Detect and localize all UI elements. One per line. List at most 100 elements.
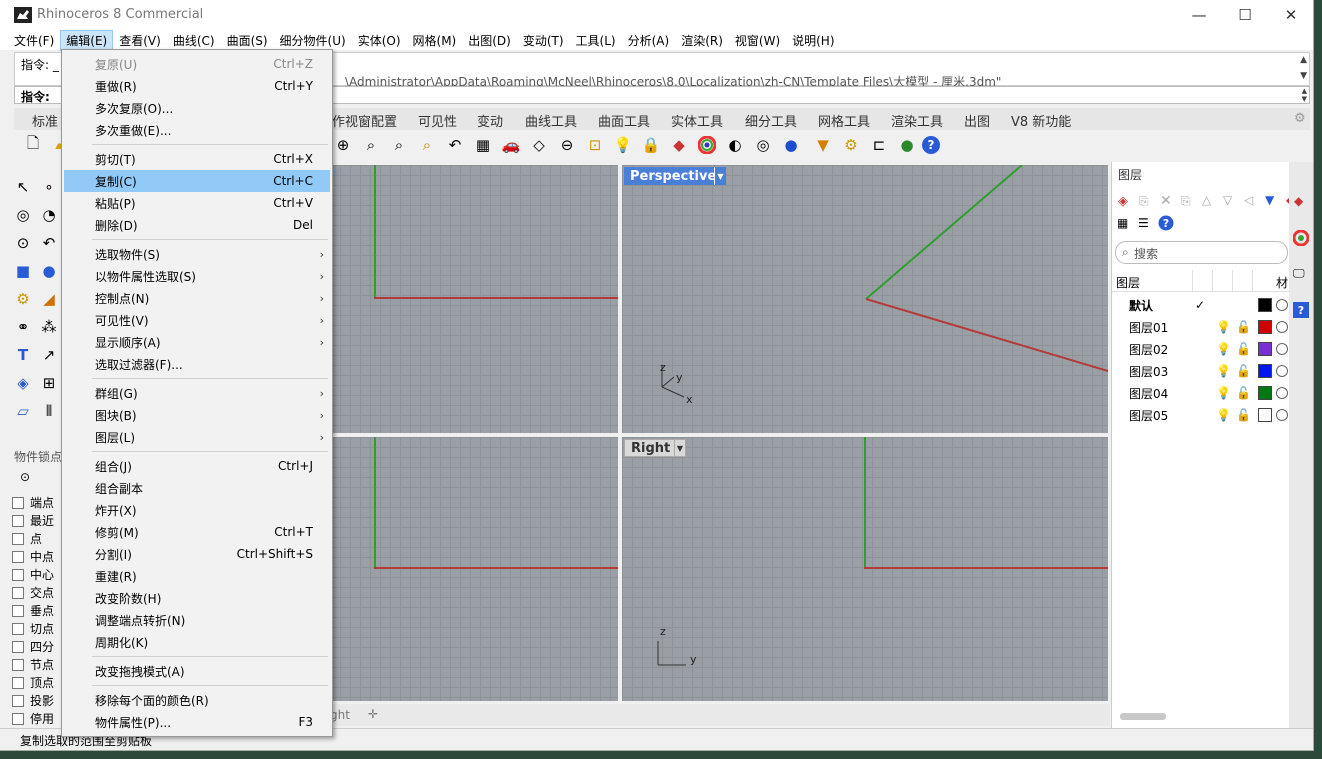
tab-surface-tools[interactable]: 曲面工具	[598, 111, 650, 130]
scroll-up-icon[interactable]: ▲	[1300, 55, 1307, 65]
menu-edit[interactable]: 编辑(E)	[60, 29, 114, 51]
circle-icon[interactable]: ◎	[12, 204, 34, 226]
menu-item-multi-redo[interactable]: 多次重做(E)...	[64, 119, 330, 141]
bulb-icon[interactable]: 💡	[1216, 342, 1231, 356]
gears-icon[interactable]: ⚙	[840, 134, 862, 156]
sphere-wire-icon[interactable]: ◐	[724, 134, 746, 156]
extrude-icon[interactable]: ◢	[38, 288, 60, 310]
menu-item-cut[interactable]: 剪切(T) Ctrl+X	[64, 148, 330, 170]
layer-row[interactable]: 图层04 💡 🔓	[1112, 382, 1290, 404]
checkbox[interactable]	[12, 496, 24, 509]
menu-surface[interactable]: 曲面(S)	[221, 30, 274, 51]
menu-item-group[interactable]: 群组(G) ›	[64, 382, 330, 404]
viewport-title-perspective[interactable]: Perspective	[624, 167, 723, 185]
array-icon[interactable]: ⫴	[38, 400, 60, 422]
boolean-icon[interactable]: ⚭	[12, 316, 34, 338]
menu-mesh[interactable]: 网格(M)	[407, 30, 463, 51]
arc-icon[interactable]: ◔	[38, 204, 60, 226]
tab-subd-tools[interactable]: 细分工具	[745, 111, 797, 130]
tab-layout[interactable]: 出图	[964, 111, 990, 130]
layer-row[interactable]: 图层02 💡 🔓	[1112, 338, 1290, 360]
layer-name[interactable]: 默认	[1129, 297, 1153, 314]
osnap-mid[interactable]: 中点	[12, 548, 54, 565]
scroll-down-icon[interactable]: ▼	[1300, 71, 1307, 81]
text-icon[interactable]: T	[12, 344, 34, 366]
zoom-icon[interactable]: ⊕	[332, 134, 354, 156]
menu-item-join-copy[interactable]: 组合副本	[64, 477, 330, 499]
tab-standard[interactable]: 标准	[32, 111, 58, 130]
checkbox[interactable]	[12, 568, 24, 581]
layer-color-swatch[interactable]	[1258, 342, 1272, 356]
material-icon[interactable]	[1276, 299, 1288, 311]
list-view-icon[interactable]: ☰	[1138, 216, 1149, 230]
move-icon[interactable]: ↗	[38, 344, 60, 366]
unlock-icon[interactable]: 🔓	[1236, 386, 1251, 400]
unlock-icon[interactable]: 🔓	[1236, 408, 1251, 422]
checkbox[interactable]	[12, 514, 24, 527]
help-icon[interactable]: ?	[920, 134, 942, 156]
layer-name[interactable]: 图层03	[1129, 363, 1168, 380]
color-wheel-icon[interactable]	[696, 134, 718, 156]
checkbox[interactable]	[12, 658, 24, 671]
gear-icon[interactable]: ⚙	[1294, 111, 1306, 126]
menu-panels[interactable]: 视窗(W)	[729, 30, 786, 51]
layer-name[interactable]: 图层01	[1129, 319, 1168, 336]
color-wheel-icon[interactable]	[1292, 229, 1310, 249]
material-icon[interactable]	[1276, 387, 1288, 399]
delete-layer-icon[interactable]: ✕	[1160, 193, 1172, 209]
menu-item-adjust-seam[interactable]: 调整端点转折(N)	[64, 609, 330, 631]
menu-item-split[interactable]: 分割(I) Ctrl+Shift+S	[64, 543, 330, 565]
layer-row[interactable]: 图层03 💡 🔓	[1112, 360, 1290, 382]
layer-name[interactable]: 图层04	[1129, 385, 1168, 402]
points-icon[interactable]: ⁂	[38, 316, 60, 338]
menu-item-multi-undo[interactable]: 多次复原(O)...	[64, 97, 330, 119]
layer-color-swatch[interactable]	[1258, 408, 1272, 422]
light-bulb-icon[interactable]: 💡	[612, 134, 634, 156]
menu-item-select-objects[interactable]: 选取物件(S) ›	[64, 243, 330, 265]
help-panel-icon[interactable]: ?	[1293, 302, 1309, 321]
cube-icon[interactable]: ◈	[12, 372, 34, 394]
tab-curve-tools[interactable]: 曲线工具	[525, 111, 577, 130]
menu-item-select-filter[interactable]: 选取过滤器(F)...	[64, 353, 330, 375]
osnap-intersection[interactable]: 交点	[12, 584, 54, 601]
layer-row[interactable]: 默认 ✓	[1112, 294, 1290, 316]
viewport-right[interactable]: z y Right ▼	[622, 437, 1108, 701]
move-up-icon[interactable]: △	[1202, 193, 1211, 207]
unlock-icon[interactable]: 🔓	[1236, 320, 1251, 334]
menu-render[interactable]: 渲染(R)	[675, 30, 729, 51]
layer-color-swatch[interactable]	[1258, 298, 1272, 312]
osnap-knot[interactable]: 节点	[12, 656, 54, 673]
tab-mesh-tools[interactable]: 网格工具	[818, 111, 870, 130]
viewport-menu-arrow-icon[interactable]: ▼	[714, 167, 726, 185]
cplane-icon[interactable]: ◇	[528, 134, 550, 156]
select-arrow-icon[interactable]: ↖	[12, 176, 34, 198]
menu-item-join[interactable]: 组合(J) Ctrl+J	[64, 455, 330, 477]
checkbox[interactable]	[12, 694, 24, 707]
display-panel-icon[interactable]: 🖵	[1293, 266, 1305, 281]
osnap-point[interactable]: 点	[12, 530, 42, 547]
menu-item-periodic[interactable]: 周期化(K)	[64, 631, 330, 653]
menu-curve[interactable]: 曲线(C)	[167, 30, 221, 51]
osnap-center[interactable]: 中心	[12, 566, 54, 583]
tab-v8-new[interactable]: V8 新功能	[1011, 111, 1071, 130]
menu-transform[interactable]: 变动(T)	[517, 30, 570, 51]
menu-item-paste[interactable]: 粘贴(P) Ctrl+V	[64, 192, 330, 214]
zoom-selected-icon[interactable]: ⌕	[416, 134, 438, 156]
bulb-icon[interactable]: 💡	[1216, 320, 1231, 334]
menu-file[interactable]: 文件(F)	[8, 30, 60, 51]
add-tab-icon[interactable]: ✛	[368, 707, 378, 721]
layer-icon[interactable]: ◆	[668, 134, 690, 156]
menu-analyze[interactable]: 分析(A)	[622, 30, 676, 51]
menu-tools[interactable]: 工具(L)	[570, 30, 622, 51]
tab-visibility[interactable]: 可见性	[418, 111, 457, 130]
viewport-front[interactable]	[330, 437, 618, 701]
menu-item-select-by-props[interactable]: 以物件属性选取(S) ›	[64, 265, 330, 287]
current-layer-check-icon[interactable]: ✓	[1195, 298, 1205, 312]
material-icon[interactable]	[1276, 409, 1288, 421]
point-snap-icon[interactable]: ⊖	[556, 134, 578, 156]
menu-drafting[interactable]: 出图(D)	[462, 30, 517, 51]
layer-color-swatch[interactable]	[1258, 320, 1272, 334]
menu-item-copy[interactable]: 复制(C) Ctrl+C	[64, 170, 330, 192]
menu-item-change-degree[interactable]: 改变阶数(H)	[64, 587, 330, 609]
menu-solid[interactable]: 实体(O)	[352, 30, 407, 51]
